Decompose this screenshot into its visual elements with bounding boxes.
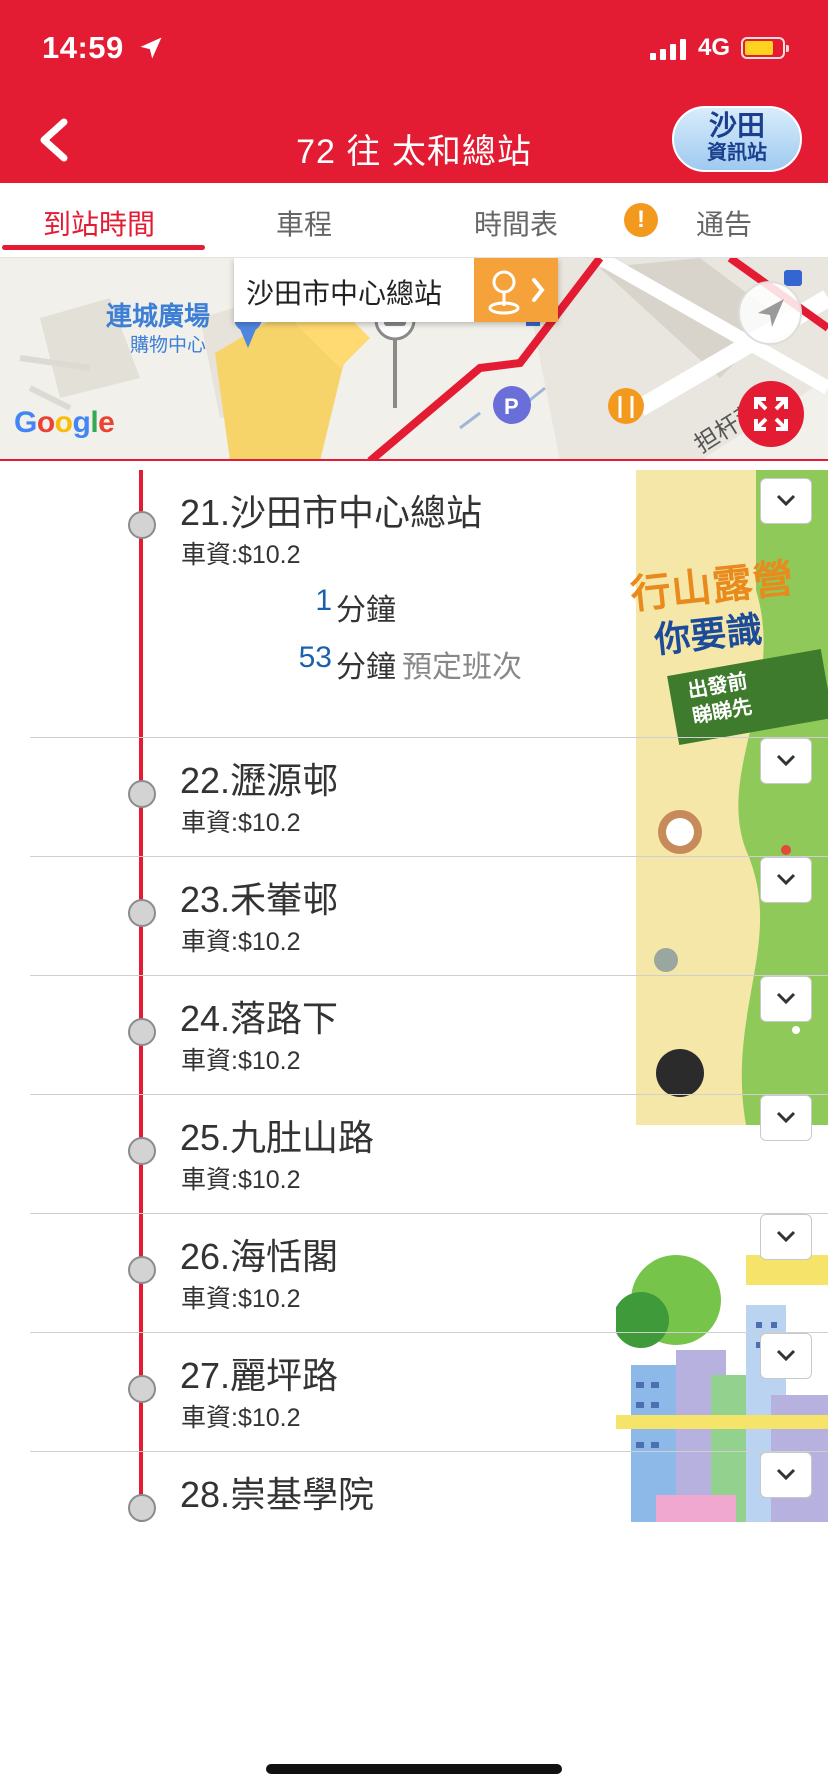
restaurant-icon: [608, 388, 644, 424]
expand-stop-button[interactable]: [760, 738, 812, 784]
stop-name: 27.麗坪路: [180, 1355, 339, 1396]
stop-fare: 車資:$10.2: [181, 809, 301, 837]
network-type: 4G: [698, 34, 731, 61]
stop-row-24[interactable]: 24.落路下 車資:$10.2: [30, 976, 828, 1095]
chevron-down-icon: [776, 494, 796, 507]
google-logo: Google: [14, 406, 115, 439]
stop-dot: [128, 511, 156, 539]
app-header: 14:59 4G 72 往 太和總站 沙田 資訊站: [0, 0, 828, 183]
tab-timetable[interactable]: 時間表: [474, 203, 558, 243]
stop-dot: [128, 899, 156, 927]
badge-line2: 資訊站: [707, 142, 767, 164]
bus-stop-pin-icon: [488, 270, 545, 315]
tab-journey[interactable]: 車程: [276, 203, 332, 243]
stop-name: 25.九肚山路: [180, 1117, 375, 1158]
stop-fare: 車資:$10.2: [181, 1166, 301, 1194]
tab-notices[interactable]: 通告: [696, 203, 752, 243]
map-label-mall: 連城廣場: [106, 301, 211, 331]
expand-stop-button[interactable]: [760, 1214, 812, 1260]
expand-stop-button[interactable]: [760, 976, 812, 1022]
stop-name: 22.瀝源邨: [180, 760, 339, 801]
chevron-down-icon: [776, 754, 796, 767]
stop-dot: [128, 1256, 156, 1284]
stop-row-26[interactable]: 26.海恬閣 車資:$10.2: [30, 1214, 828, 1333]
expand-stop-button[interactable]: [760, 1095, 812, 1141]
stop-detail-button[interactable]: [474, 258, 558, 322]
expand-stop-button[interactable]: [760, 1452, 812, 1498]
chevron-down-icon: [776, 992, 796, 1005]
stop-name: 21.沙田市中心總站: [180, 492, 483, 533]
active-tab-indicator: [2, 245, 205, 250]
tab-bar: 到站時間 車程 時間表 ! 通告: [0, 183, 828, 258]
eta-unit: 分鐘: [336, 594, 396, 627]
chevron-down-icon: [776, 1230, 796, 1243]
expand-stop-button[interactable]: [760, 857, 812, 903]
stop-list[interactable]: 行山露營 你要識 出發前 睇睇先 21.沙田市中心總站 車資:$10.2 1 分…: [0, 470, 828, 1522]
location-arrow-icon: [140, 37, 162, 59]
sha-tin-info-button[interactable]: 沙田 資訊站: [672, 106, 802, 172]
stop-dot: [128, 1494, 156, 1522]
stop-fare: 車資:$10.2: [181, 1285, 301, 1313]
callout-stop-name: 沙田市中心總站: [246, 278, 443, 309]
chevron-down-icon: [776, 1468, 796, 1481]
stop-row-25[interactable]: 25.九肚山路 車資:$10.2: [30, 1095, 828, 1214]
stop-row-28[interactable]: 28.崇基學院: [30, 1452, 828, 1522]
stop-fare: 車資:$10.2: [181, 1404, 301, 1432]
tab-arrival-time[interactable]: 到站時間: [43, 203, 155, 243]
chevron-down-icon: [776, 1349, 796, 1362]
stop-row-22[interactable]: 22.瀝源邨 車資:$10.2: [30, 738, 828, 857]
stop-callout[interactable]: 沙田市中心總站: [234, 258, 558, 322]
stop-fare: 車資:$10.2: [181, 541, 301, 569]
stop-row-27[interactable]: 27.麗坪路 車資:$10.2: [30, 1333, 828, 1452]
signal-icon: [650, 38, 686, 60]
eta-unit: 分鐘: [336, 651, 396, 684]
stop-fare: 車資:$10.2: [181, 1047, 301, 1075]
battery-icon: [741, 37, 789, 59]
stop-dot: [128, 780, 156, 808]
route-map[interactable]: P 連城廣場 購物中心 担杆莆 Google 沙田市中心總站: [0, 258, 828, 461]
expand-map-button[interactable]: [738, 381, 804, 447]
stop-dot: [128, 1137, 156, 1165]
eta-note: 預定班次: [402, 651, 522, 684]
stop-dot: [128, 1018, 156, 1046]
status-time: 14:59: [42, 30, 124, 65]
stop-name: 24.落路下: [180, 998, 339, 1039]
badge-line1: 沙田: [708, 110, 765, 141]
route-divider-bar: [0, 459, 828, 461]
stop-name: 26.海恬閣: [180, 1236, 339, 1277]
stop-row-23[interactable]: 23.禾輋邨 車資:$10.2: [30, 857, 828, 976]
svg-text:P: P: [504, 394, 519, 419]
stop-name: 28.崇基學院: [180, 1474, 375, 1515]
stop-name: 23.禾輋邨: [180, 879, 339, 920]
eta-minutes: 53: [298, 641, 332, 674]
eta-minutes: 1: [315, 584, 332, 617]
compass-icon: [758, 299, 784, 327]
stop-fare: 車資:$10.2: [181, 928, 301, 956]
expand-stop-button[interactable]: [760, 1333, 812, 1379]
map-label-subtitle: 購物中心: [130, 335, 207, 356]
stop-dot: [128, 1375, 156, 1403]
chevron-down-icon: [776, 1111, 796, 1124]
chevron-down-icon: [776, 873, 796, 886]
stop-row-21[interactable]: 21.沙田市中心總站 車資:$10.2 1 分鐘 53 分鐘 預定班次: [30, 470, 828, 738]
expand-stop-button[interactable]: [760, 478, 812, 524]
warning-icon: !: [624, 203, 658, 237]
compass-button[interactable]: [738, 281, 802, 345]
home-indicator[interactable]: [266, 1764, 562, 1774]
expand-icon: [754, 397, 788, 431]
